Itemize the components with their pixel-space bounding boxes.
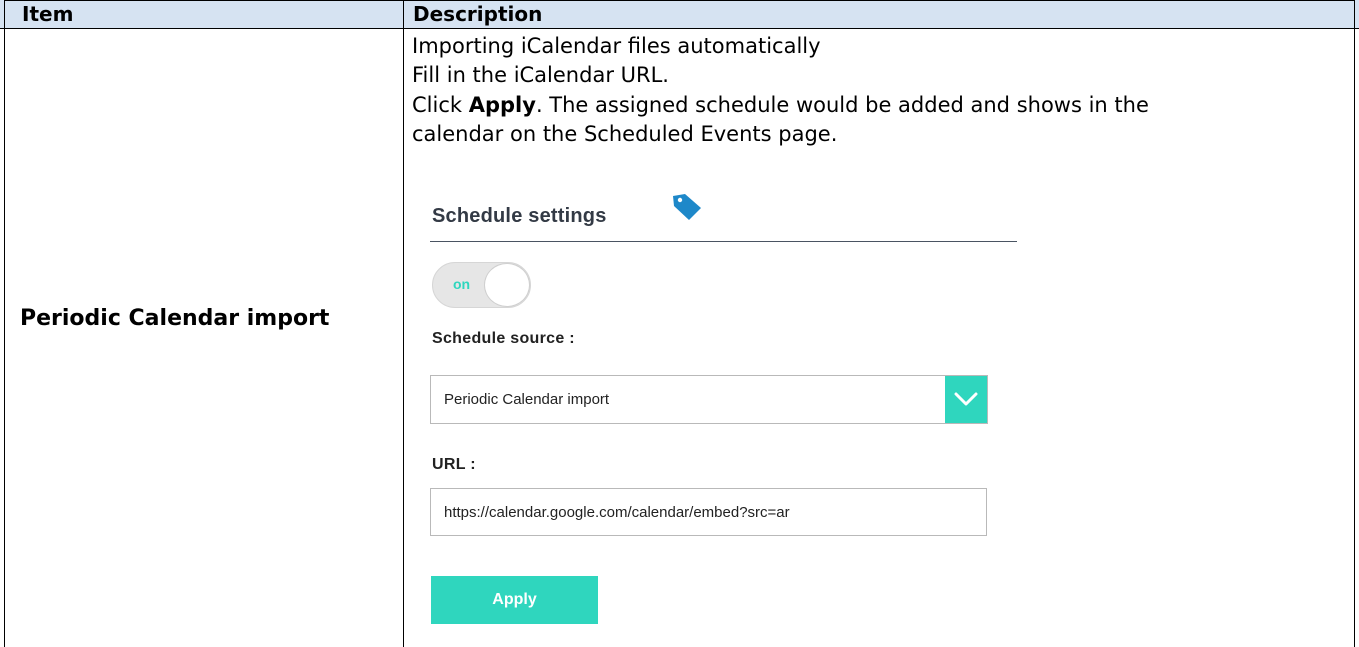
url-input[interactable] — [430, 488, 987, 536]
description-line-2: Fill in the iCalendar URL. — [412, 63, 669, 87]
row-item-label: Periodic Calendar import — [20, 306, 330, 331]
toggle-knob — [484, 263, 530, 307]
description-line-4: calendar on the Scheduled Events page. — [412, 122, 838, 146]
url-label: URL : — [432, 456, 476, 473]
schedule-source-label: Schedule source : — [432, 330, 575, 347]
schedule-source-value: Periodic Calendar import — [444, 391, 610, 408]
description-line-3-prefix: Click — [412, 93, 469, 117]
chevron-down-icon[interactable] — [945, 376, 987, 423]
table-right-border — [1354, 0, 1355, 647]
tag-icon — [671, 192, 705, 222]
schedule-toggle[interactable]: on — [432, 262, 531, 308]
description-line-3: Click Apply. The assigned schedule would… — [412, 93, 1149, 117]
table-left-border — [4, 0, 5, 647]
schedule-source-select[interactable]: Periodic Calendar import — [430, 375, 988, 424]
panel-divider — [430, 241, 1017, 242]
description-line-3-suffix: . The assigned schedule would be added a… — [535, 93, 1149, 117]
description-line-1: Importing iCalendar files automatically — [412, 34, 821, 58]
description-table: Item Description Periodic Calendar impor… — [0, 0, 1359, 647]
header-description: Description — [413, 2, 543, 26]
apply-button[interactable]: Apply — [431, 576, 598, 624]
table-top-border — [4, 0, 1355, 1]
description-apply-keyword: Apply — [468, 93, 536, 117]
toggle-state-label: on — [453, 276, 471, 292]
table-column-divider — [403, 0, 404, 647]
schedule-settings-title: Schedule settings — [432, 205, 607, 227]
header-item: Item — [22, 2, 74, 26]
table-header-row: Item Description — [0, 0, 1359, 29]
